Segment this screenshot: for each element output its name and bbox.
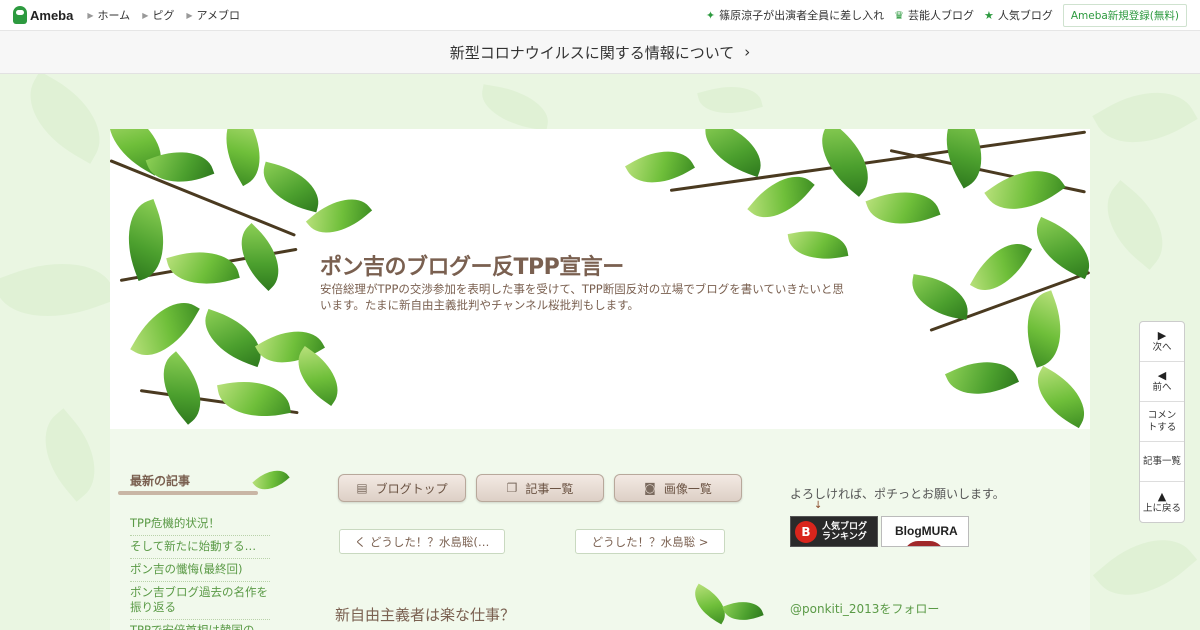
entry-title[interactable]: 新自由主義者は楽な仕事？ [335,604,515,625]
play-right-icon: ▶ [1157,329,1167,342]
recent-post-item[interactable]: ポン吉の懺悔(最終回) [130,559,270,582]
chevron-right-icon: › [744,43,751,61]
camera-icon: ◙ [644,481,656,495]
recent-post-item[interactable]: そして新たに始動する… [130,536,270,559]
back-to-top-label: 上に戻る [1142,502,1181,514]
prev-entry-link[interactable]: く どうした！？水島聡(… [339,529,505,554]
logo-text: Ameba [30,7,74,23]
caret-right-icon: ▶ [87,10,94,20]
caret-right-icon: ▶ [186,10,193,20]
trending-news-label: 篠原涼子が出演者全員に差し入れ [719,9,885,22]
ameba-logo-icon [13,6,27,24]
ranking-banner-line1: 人気ブログ [822,521,868,532]
blog-description: 安倍総理がTPPの交渉参加を表明した事を受けて、TPP断固反対の立場でブログを書… [320,282,844,312]
play-left-icon: ◀ [1157,369,1167,382]
image-list-button[interactable]: ◙ 画像一覧 [614,474,742,502]
twitter-follow-link[interactable]: @ponkiti_2013をフォロー [790,600,939,617]
recent-posts-heading: 最新の記事 [130,474,191,488]
popular-blog-label: 人気ブログ [997,9,1053,22]
entry-list-label: 記事一覧 [525,481,574,496]
entry-list-button[interactable]: ❐ 記事一覧 [476,474,604,502]
blogmura-logo-arc [904,541,944,546]
trending-news-link[interactable]: ✦ 篠原涼子が出演者全員に差し入れ [706,7,884,23]
notice-text: 新型コロナウイルスに関する情報について [449,43,735,62]
celebrity-blog-label: 芸能人ブログ [907,9,974,22]
celebrity-blog-link[interactable]: ♛ 芸能人ブログ [894,7,974,23]
caret-right-icon: ▶ [142,10,149,20]
prev-label: 前へ [1152,382,1172,393]
star-icon: ★ [983,8,994,22]
global-header: Ameba ▶ ホーム ▶ ピグ ▶ アメブロ ✦ 篠原涼子が出演者全員に差し入れ ♛ 芸… [0,0,1200,31]
crown-icon: ♛ [894,8,904,22]
comment-label: コメントする [1147,409,1177,433]
nav-ameblo-link[interactable]: ▶ アメブロ [186,7,240,23]
comment-button[interactable]: コメントする [1140,402,1184,442]
prev-entry-button[interactable]: ◀ 前へ [1140,362,1184,402]
sparkle-icon: ✦ [705,8,716,22]
recent-post-item[interactable]: ポン吉ブログ過去の名作を振り返る [130,582,270,620]
image-list-label: 画像一覧 [663,481,712,496]
entry-list-float-label: 記事一覧 [1142,455,1181,467]
recent-post-item[interactable]: TPPで安倍首相は韓国の [130,620,270,630]
blog-title[interactable]: ポン吉のブログー反TPP宣言ー [320,249,624,281]
floating-side-nav: ▶ 次へ ◀ 前へ コメントする 記事一覧 ▲ 上に戻る [1139,321,1185,523]
recent-post-item[interactable]: TPP危機的状況！ [130,513,270,536]
heading-divider [118,491,258,495]
nav-home-label: ホーム [97,9,131,22]
recent-posts-list: TPP危機的状況！ そして新たに始動する… ポン吉の懺悔(最終回) ポン吉ブログ… [130,513,270,630]
up-triangle-icon: ▲ [1157,489,1167,503]
blogmura-banner[interactable]: BlogMURA [881,516,969,547]
blog-header: ポン吉のブログー反TPP宣言ー 安倍総理がTPPの交渉参加を表明した事を受けて、… [110,129,1090,429]
down-arrow-icon: ↓ [814,500,823,511]
document-icon: ▤ [356,481,368,495]
covid-notice-bar[interactable]: 新型コロナウイルスに関する情報について › [0,31,1200,74]
ranking-logo-icon: B [795,520,817,543]
nav-pigg-label: ピグ [152,9,175,22]
entry-list-float-button[interactable]: 記事一覧 [1140,442,1184,482]
blog-top-button[interactable]: ▤ ブログトップ [338,474,466,502]
blog-top-label: ブログトップ [375,481,448,496]
register-button[interactable]: Ameba新規登録(無料) [1062,3,1187,27]
next-entry-link[interactable]: どうした！？水島聡 > [575,529,725,554]
blogmura-label: BlogMURA [895,524,958,538]
ameba-logo[interactable]: Ameba [13,6,73,24]
popular-blog-link[interactable]: ★ 人気ブログ [984,7,1053,23]
ranking-banner-line2: ランキング [822,531,867,542]
popular-blog-ranking-banner[interactable]: B 人気ブログ ランキング [790,516,878,547]
next-label: 次へ [1152,342,1172,353]
copy-icon: ❐ [506,481,518,495]
ranking-banner-text: 人気ブログ ランキング [822,522,867,542]
nav-home-link[interactable]: ▶ ホーム [87,7,130,23]
nav-pigg-link[interactable]: ▶ ピグ [142,7,174,23]
back-to-top-button[interactable]: ▲ 上に戻る [1140,482,1184,522]
next-entry-button[interactable]: ▶ 次へ [1140,322,1184,362]
nav-ameblo-label: アメブロ [196,9,240,22]
